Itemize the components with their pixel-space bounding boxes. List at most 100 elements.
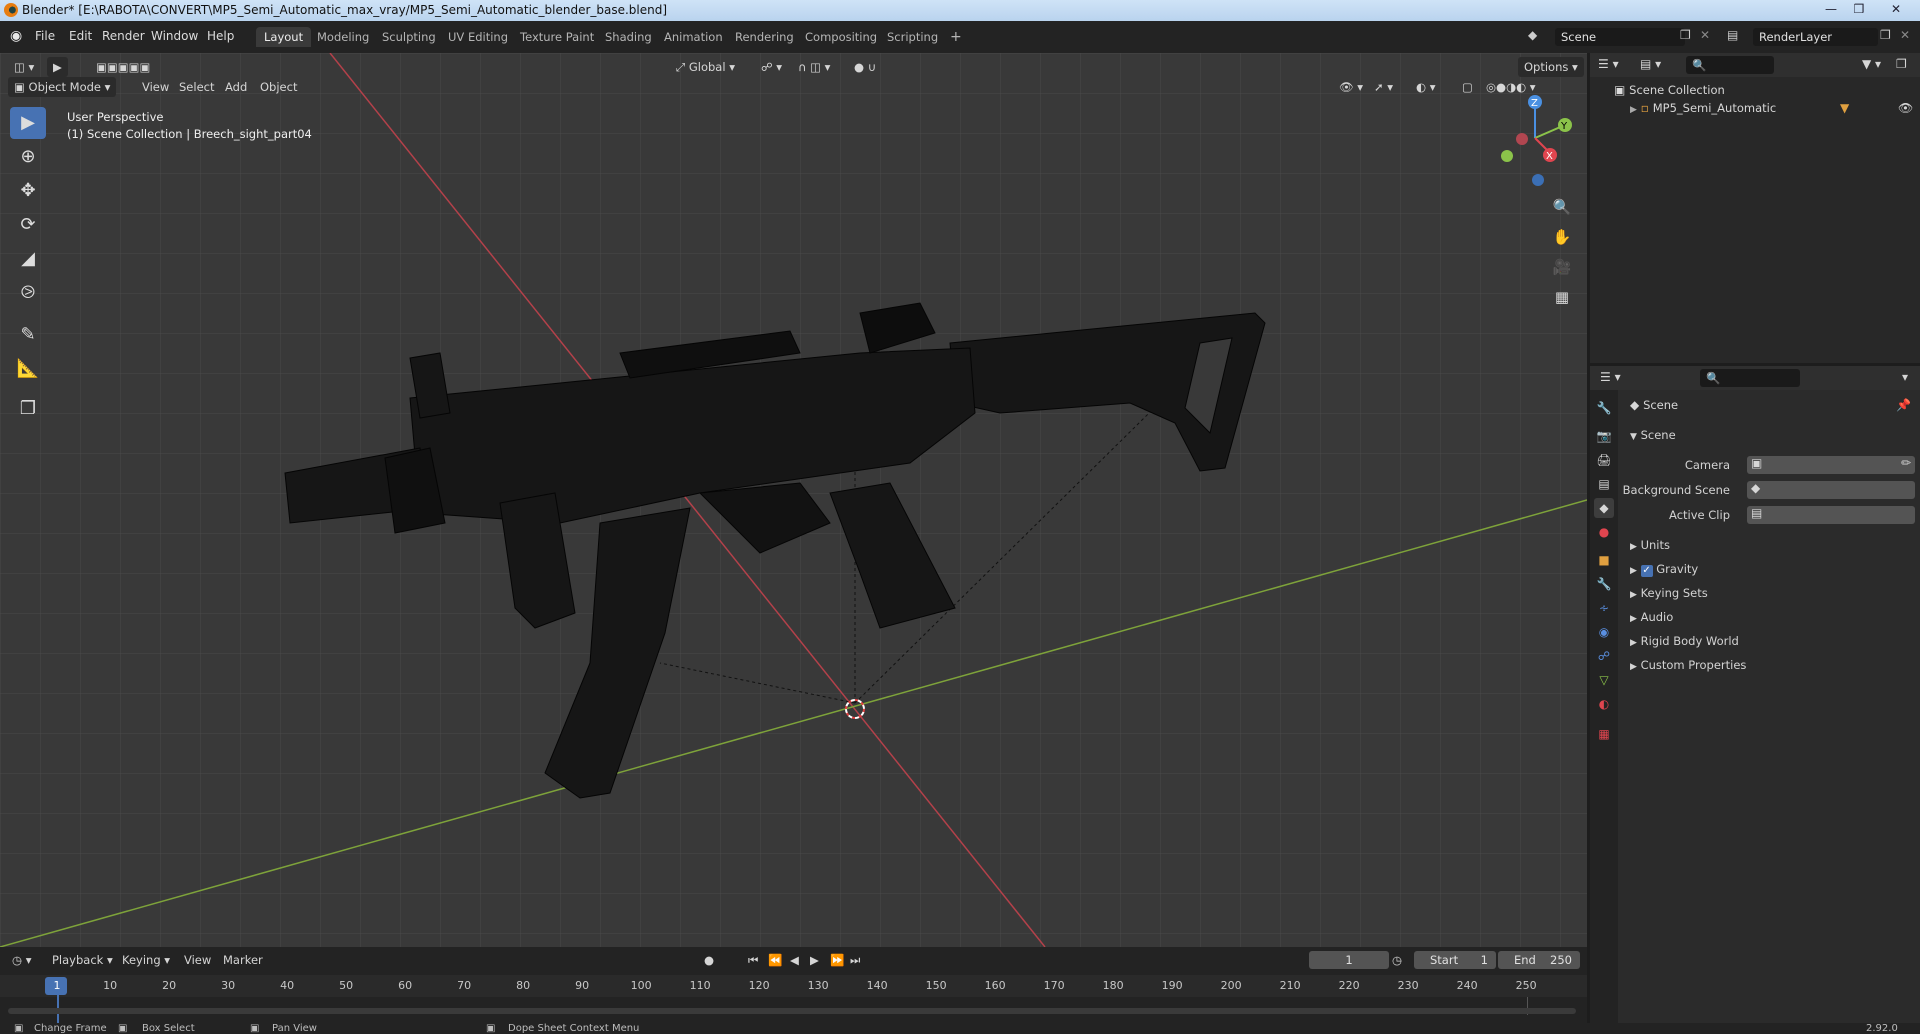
timeline-scrollbar[interactable] [8, 1008, 1576, 1014]
gravity-panel-header[interactable]: ▶ ✓ Gravity [1630, 562, 1698, 577]
editor-type-icon[interactable]: ◫ ▾ [8, 57, 40, 77]
transform-orientation-dropdown[interactable]: ⤢ Global ▾ [670, 57, 741, 77]
data-tab-icon[interactable]: ▽ [1594, 670, 1614, 690]
gravity-checkbox[interactable]: ✓ [1640, 565, 1653, 577]
move-tool-icon[interactable]: ✥ [10, 175, 46, 207]
blender-logo-icon[interactable]: ◉ [10, 28, 22, 44]
eyedropper-icon[interactable]: ✏ [1901, 456, 1911, 470]
proportional-edit-icon[interactable]: ● ∪ [848, 57, 882, 77]
ortho-grid-icon[interactable]: ▦ [1548, 283, 1576, 311]
particles-tab-icon[interactable]: ∻ [1594, 598, 1614, 618]
object-tab-icon[interactable]: ■ [1594, 550, 1614, 570]
jump-start-icon[interactable]: ⏮ [748, 953, 758, 968]
options-dropdown[interactable]: Options ▾ [1518, 57, 1584, 77]
rotate-tool-icon[interactable]: ⟳ [10, 209, 46, 241]
properties-options-icon[interactable]: ▾ [1902, 370, 1908, 384]
shading-modes-icons[interactable]: ◎●◑◐ ▾ [1480, 77, 1542, 97]
timeline-editor-icon[interactable]: ◷ ▾ [12, 953, 31, 967]
properties-editor-icon[interactable]: ☰ ▾ [1600, 370, 1621, 384]
camera-field[interactable]: ▣ ✏ [1747, 456, 1915, 474]
background-scene-field[interactable]: ◆ [1747, 481, 1915, 499]
3d-viewport[interactable]: Z Y X ◫ ▾ ▶ ▣▣▣▣▣ ▣ Object Mode ▾ View S… [0, 53, 1587, 947]
timeline-view-menu[interactable]: View [184, 953, 211, 967]
scene-section-header[interactable]: ▼ Scene [1630, 428, 1676, 442]
modifier-tab-icon[interactable]: 🔧 [1594, 574, 1614, 594]
minimize-button[interactable]: — [1818, 0, 1844, 18]
new-scene-icon[interactable]: ❐ [1680, 28, 1691, 42]
pin-icon[interactable]: 📌 [1896, 398, 1911, 412]
pivot-point-icon[interactable]: ☍ ▾ [755, 57, 788, 77]
view-layer-tab-icon[interactable]: ▤ [1594, 474, 1614, 494]
add-cube-tool-icon[interactable]: ❐ [10, 393, 46, 425]
scene-icon[interactable]: ◆ [1528, 28, 1537, 42]
select-mode-icon[interactable]: ▶ [47, 57, 68, 77]
maximize-button[interactable]: ❒ [1846, 0, 1872, 18]
tab-sculpting[interactable]: Sculpting [374, 27, 444, 47]
measure-tool-icon[interactable]: 📐 [10, 353, 46, 385]
tab-compositing[interactable]: Compositing [797, 27, 885, 47]
constraints-tab-icon[interactable]: ☍ [1594, 646, 1614, 666]
tab-animation[interactable]: Animation [656, 27, 731, 47]
playback-menu[interactable]: Playback ▾ [52, 953, 113, 967]
add-workspace-button[interactable]: + [942, 27, 970, 47]
tab-rendering[interactable]: Rendering [727, 27, 802, 47]
start-frame-field[interactable]: Start 1 [1414, 951, 1496, 969]
scene-selector[interactable]: Scene [1555, 28, 1685, 46]
visibility-eye-icon[interactable]: 👁 [1898, 101, 1913, 115]
snap-icon[interactable]: ∩ ◫ ▾ [792, 57, 836, 77]
viewport-menu-view[interactable]: View [136, 77, 175, 97]
viewport-menu-object[interactable]: Object [254, 77, 303, 97]
jump-end-icon[interactable]: ⏭ [850, 953, 860, 968]
zoom-icon[interactable]: 🔍 [1548, 193, 1576, 221]
world-tab-icon[interactable]: ● [1594, 522, 1614, 542]
pan-hand-icon[interactable]: ✋ [1548, 223, 1576, 251]
tab-uv-editing[interactable]: UV Editing [440, 27, 516, 47]
texture-tab-icon[interactable]: ▦ [1594, 724, 1614, 744]
custom-properties-panel-header[interactable]: ▶ Custom Properties [1630, 658, 1746, 672]
viewport-menu-add[interactable]: Add [219, 77, 253, 97]
menu-render[interactable]: Render [102, 29, 145, 43]
display-mode-icon[interactable]: ▤ ▾ [1640, 57, 1661, 71]
output-tab-icon[interactable]: 🖨 [1594, 450, 1614, 470]
active-clip-field[interactable]: ▤ [1747, 506, 1915, 524]
jump-keyframe-back-icon[interactable]: ⏪ [768, 953, 782, 967]
tab-texture-paint[interactable]: Texture Paint [512, 27, 602, 47]
rigid-body-world-panel-header[interactable]: ▶ Rigid Body World [1630, 634, 1739, 648]
gizmo-toggle-icon[interactable]: ➚ ▾ [1368, 77, 1399, 97]
frame-ruler[interactable]: 1 10 20 30 40 50 60 70 80 90 100 110 120 130 140 150 160… [0, 975, 1587, 1025]
renderlayer-icon[interactable]: ▤ [1727, 28, 1738, 42]
menu-window[interactable]: Window [151, 29, 198, 43]
scale-tool-icon[interactable]: ◢ [10, 243, 46, 275]
audio-panel-header[interactable]: ▶ Audio [1630, 610, 1673, 624]
properties-search-input[interactable]: 🔍 [1700, 369, 1800, 387]
selection-mode-icons[interactable]: ▣▣▣▣▣ [90, 57, 156, 77]
transform-tool-icon[interactable]: ⧁ [10, 277, 46, 309]
tab-shading[interactable]: Shading [597, 27, 660, 47]
select-box-tool-icon[interactable]: ▶ [10, 107, 46, 139]
delete-scene-icon[interactable]: ✕ [1700, 28, 1710, 42]
camera-view-icon[interactable]: 🎥 [1548, 253, 1576, 281]
scene-tab-icon[interactable]: ◆ [1594, 498, 1614, 518]
tool-tab-icon[interactable]: 🔧 [1594, 398, 1614, 418]
end-frame-field[interactable]: End 250 [1498, 951, 1580, 969]
outliner-editor-icon[interactable]: ☰ ▾ [1598, 57, 1619, 71]
outliner-item[interactable]: ▶ ▫ MP5_Semi_Automatic ▼ 👁 [1614, 101, 1914, 115]
render-tab-icon[interactable]: 📷 [1594, 426, 1614, 446]
overlays-toggle-icon[interactable]: ◐ ▾ [1410, 77, 1441, 97]
object-mode-dropdown[interactable]: ▣ Object Mode ▾ [8, 77, 117, 97]
keying-menu[interactable]: Keying ▾ [122, 953, 170, 967]
physics-tab-icon[interactable]: ◉ [1594, 622, 1614, 642]
filter-icon[interactable]: ▼ ▾ [1862, 57, 1881, 71]
tab-modeling[interactable]: Modeling [309, 27, 377, 47]
tab-scripting[interactable]: Scripting [879, 27, 946, 47]
new-collection-icon[interactable]: ❐ [1896, 57, 1907, 71]
close-button[interactable]: ✕ [1874, 0, 1918, 18]
xray-toggle-icon[interactable]: ▢ [1456, 77, 1479, 97]
menu-help[interactable]: Help [207, 29, 234, 43]
current-frame-field[interactable]: 1 [1309, 951, 1389, 969]
viewport-menu-select[interactable]: Select [173, 77, 220, 97]
units-panel-header[interactable]: ▶ Units [1630, 538, 1670, 552]
cursor-tool-icon[interactable]: ⊕ [10, 141, 46, 173]
keying-sets-panel-header[interactable]: ▶ Keying Sets [1630, 586, 1708, 600]
menu-file[interactable]: File [35, 29, 55, 43]
